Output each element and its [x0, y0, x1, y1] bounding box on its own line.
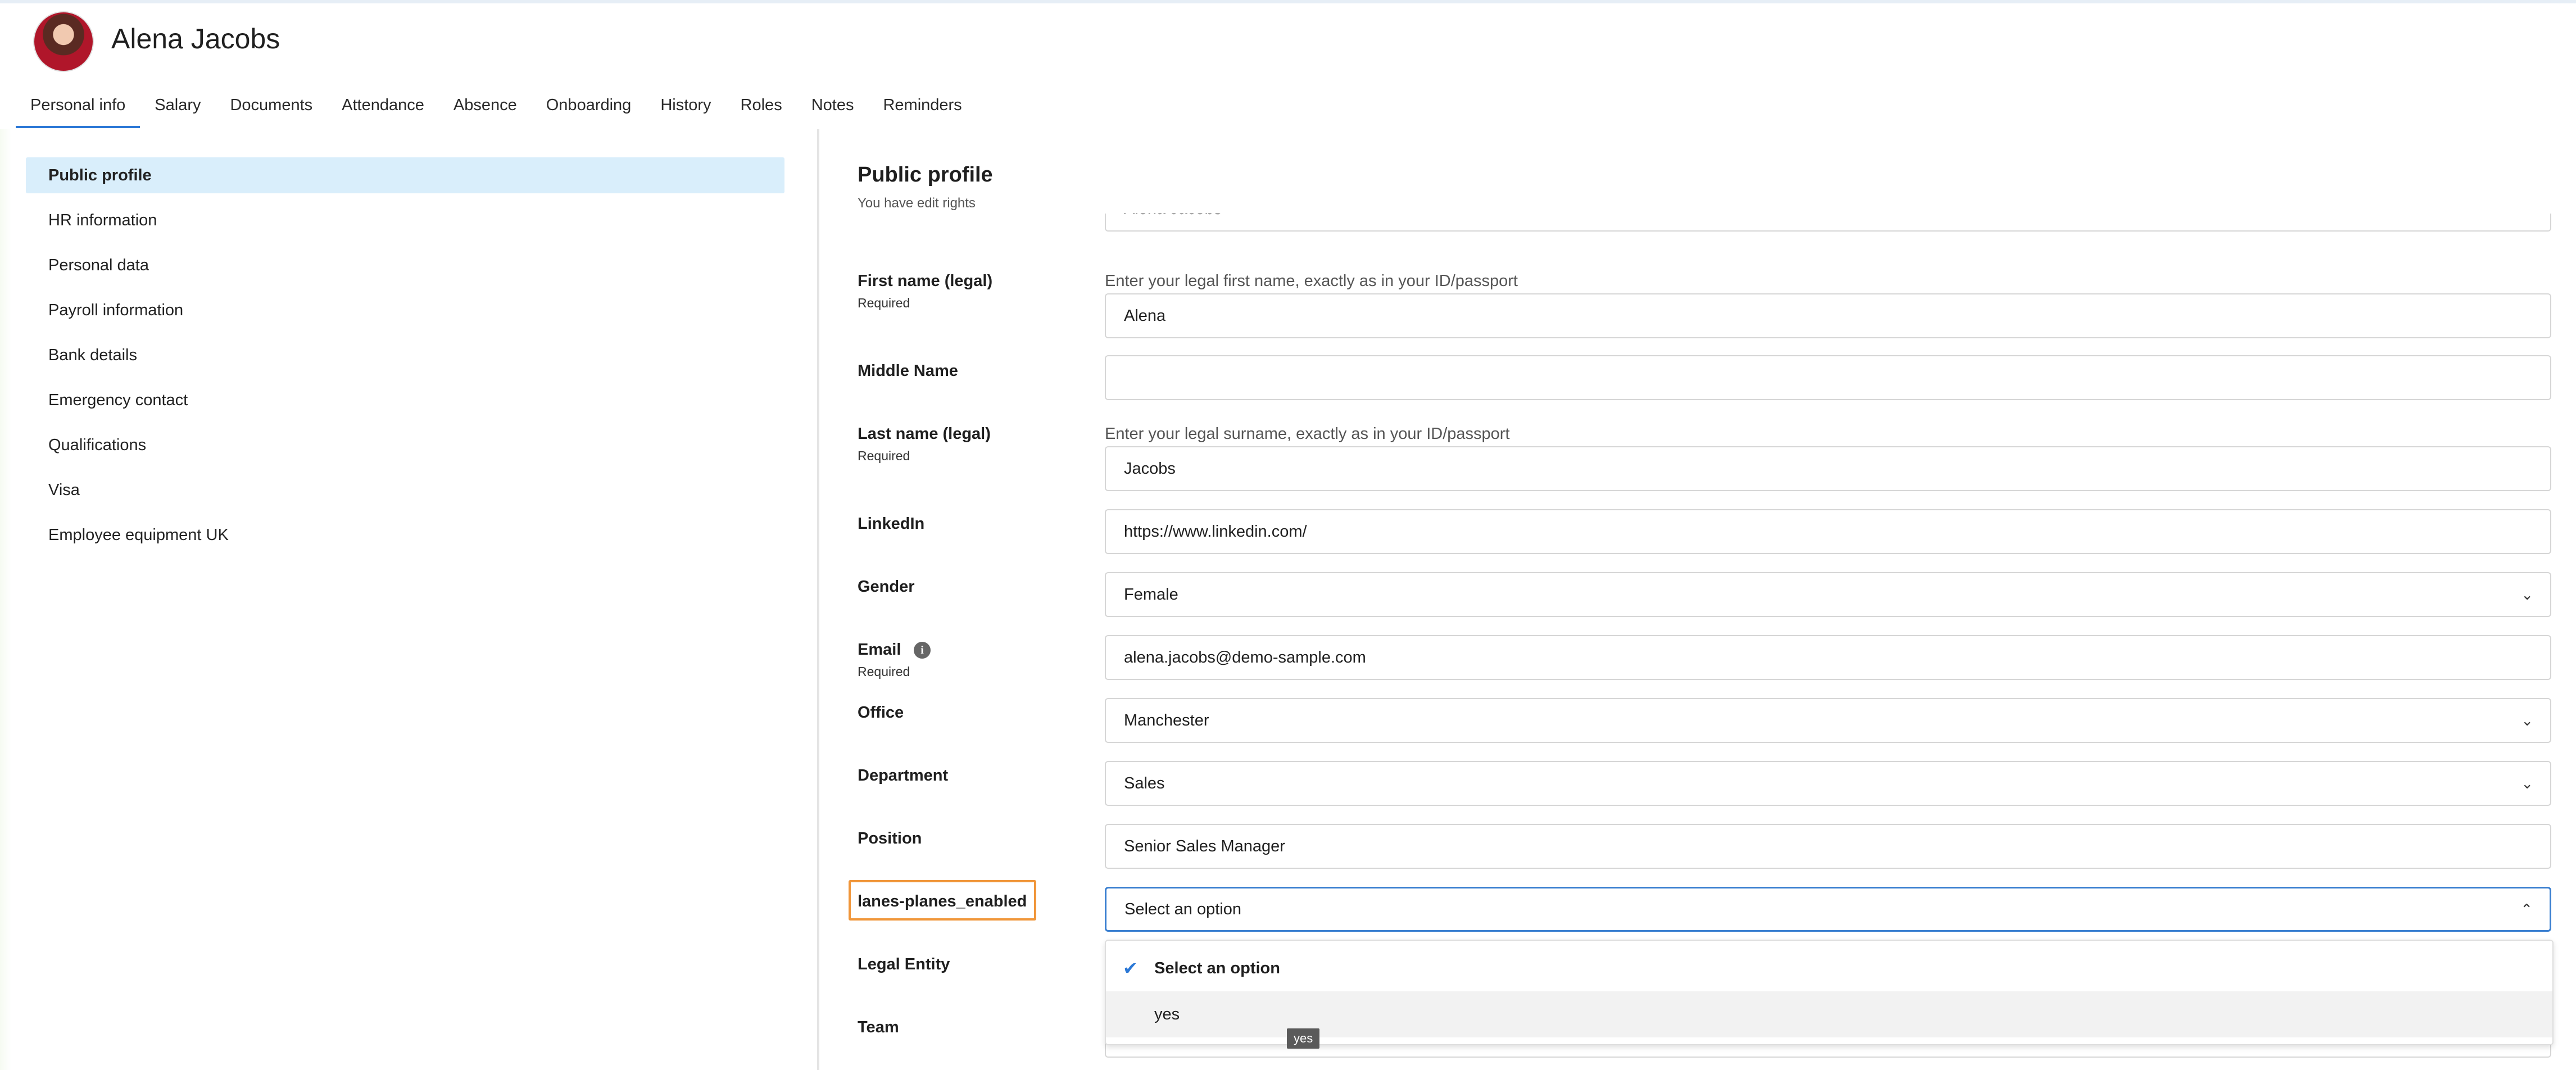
tab-onboarding[interactable]: Onboarding — [532, 90, 646, 129]
department-value: Sales — [1124, 774, 1165, 792]
sidebar-item-emergency-contact[interactable]: Emergency contact — [26, 382, 784, 418]
office-select[interactable]: Manchester ⌄ — [1105, 698, 2551, 743]
top-border — [0, 0, 2576, 3]
lanes-planes-enabled-select[interactable]: Select an option ⌃ — [1105, 887, 2551, 932]
department-select[interactable]: Sales ⌄ — [1105, 761, 2551, 806]
tab-absence[interactable]: Absence — [439, 90, 532, 129]
email-required: Required — [858, 664, 910, 679]
linkedin-field[interactable]: https://www.linkedin.com/ — [1105, 509, 2551, 554]
position-label: Position — [858, 829, 922, 847]
panel-divider — [817, 129, 819, 1070]
middle-name-field[interactable] — [1105, 355, 2551, 400]
employee-name: Alena Jacobs — [111, 23, 280, 55]
department-label: Department — [858, 767, 949, 785]
sidebar-item-visa[interactable]: Visa — [26, 472, 784, 508]
sidebar-item-payroll-information[interactable]: Payroll information — [26, 292, 784, 328]
last-name-label: Last name (legal) — [858, 425, 991, 443]
sidebar: Public profile HR information Personal d… — [26, 157, 784, 562]
dropdown-option-select-an-option[interactable]: ✔ Select an option — [1106, 945, 2552, 991]
sidebar-item-bank-details[interactable]: Bank details — [26, 337, 784, 373]
section-title: Public profile — [858, 163, 993, 187]
last-name-hint: Enter your legal surname, exactly as in … — [1105, 425, 1510, 443]
middle-name-label: Middle Name — [858, 362, 958, 380]
sidebar-item-public-profile[interactable]: Public profile — [26, 157, 784, 193]
tooltip: yes — [1287, 1028, 1320, 1049]
lanes-dropdown-menu: ✔ Select an option yes — [1105, 940, 2554, 1045]
first-name-label: First name (legal) — [858, 272, 993, 290]
lanes-planes-enabled-value: Select an option — [1124, 900, 1241, 918]
sidebar-item-personal-data[interactable]: Personal data — [26, 247, 784, 283]
tab-reminders[interactable]: Reminders — [868, 90, 976, 129]
section-subtitle: You have edit rights — [858, 196, 976, 211]
option-label: Select an option — [1154, 959, 1280, 977]
sidebar-item-qualifications[interactable]: Qualifications — [26, 427, 784, 463]
chevron-down-icon: ⌄ — [2521, 712, 2533, 729]
chevron-down-icon: ⌄ — [2521, 775, 2533, 792]
tab-personal-info[interactable]: Personal info — [16, 90, 140, 129]
tab-roles[interactable]: Roles — [726, 90, 797, 129]
sidebar-item-hr-information[interactable]: HR information — [26, 202, 784, 238]
office-value: Manchester — [1124, 711, 1209, 729]
last-name-field[interactable]: Jacobs — [1105, 446, 2551, 491]
sidebar-item-employee-equipment-uk[interactable]: Employee equipment UK — [26, 517, 784, 553]
avatar[interactable] — [33, 11, 94, 72]
email-label: Email — [858, 641, 901, 659]
tab-notes[interactable]: Notes — [797, 90, 869, 129]
email-field[interactable]: alena.jacobs@demo-sample.com — [1105, 635, 2551, 680]
info-icon[interactable]: i — [914, 642, 931, 659]
office-label: Office — [858, 704, 904, 722]
tab-bar: Personal info Salary Documents Attendanc… — [16, 90, 977, 129]
tab-history[interactable]: History — [646, 90, 725, 129]
check-icon: ✔ — [1123, 958, 1138, 978]
position-field[interactable]: Senior Sales Manager — [1105, 824, 2551, 869]
chevron-up-icon: ⌃ — [2520, 901, 2533, 918]
tab-attendance[interactable]: Attendance — [327, 90, 439, 129]
gender-select[interactable]: Female ⌄ — [1105, 572, 2551, 617]
team-label: Team — [858, 1018, 899, 1036]
gender-value: Female — [1124, 586, 1178, 604]
first-name-required: Required — [858, 296, 910, 310]
tab-salary[interactable]: Salary — [140, 90, 215, 129]
first-name-hint: Enter your legal first name, exactly as … — [1105, 272, 1518, 290]
legal-entity-label: Legal Entity — [858, 955, 950, 973]
dropdown-option-yes[interactable]: yes — [1106, 991, 2552, 1037]
first-name-field[interactable]: Alena — [1105, 293, 2551, 338]
display-name-field[interactable]: Alena Jacobs — [1105, 214, 2551, 232]
last-name-required: Required — [858, 448, 910, 463]
linkedin-label: LinkedIn — [858, 515, 925, 533]
option-label: yes — [1154, 1005, 1180, 1023]
left-edge — [0, 129, 11, 1070]
chevron-down-icon: ⌄ — [2521, 586, 2533, 603]
gender-label: Gender — [858, 578, 915, 596]
label-highlight — [849, 880, 1036, 921]
tab-documents[interactable]: Documents — [215, 90, 327, 129]
